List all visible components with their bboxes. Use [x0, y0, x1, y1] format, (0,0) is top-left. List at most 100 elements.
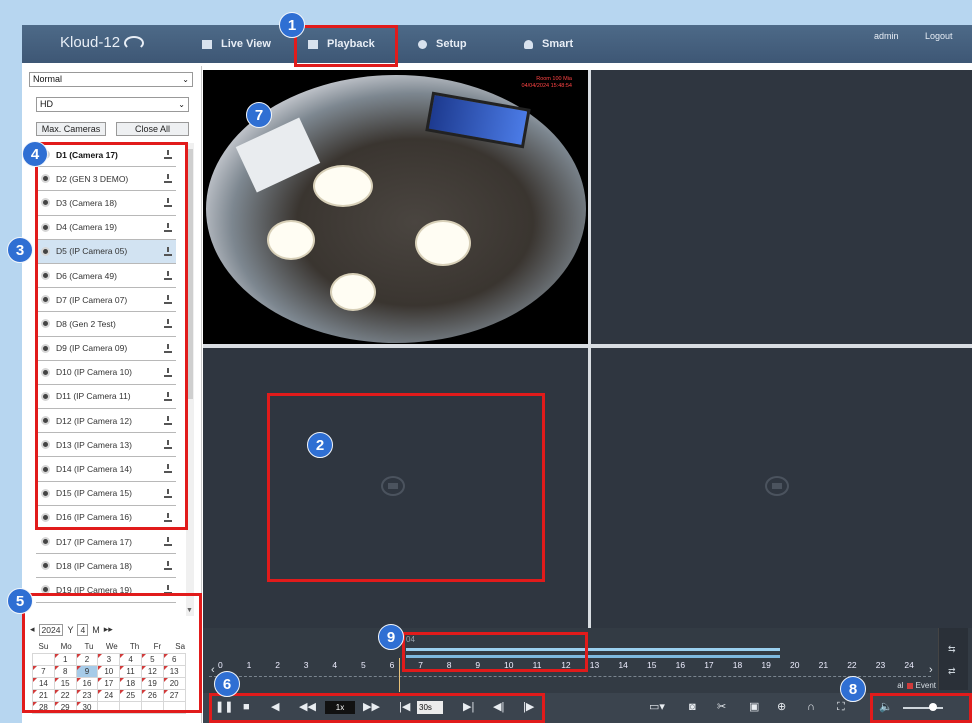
- camera-list-item[interactable]: D2 (GEN 3 DEMO): [36, 167, 176, 192]
- digital-zoom-icon[interactable]: ⊕: [777, 701, 786, 713]
- nav-playback[interactable]: Playback: [308, 38, 375, 50]
- zoom-in-icon[interactable]: ⇆: [948, 644, 956, 655]
- download-icon[interactable]: [164, 198, 172, 208]
- download-icon[interactable]: [164, 537, 172, 546]
- download-icon[interactable]: [164, 319, 172, 329]
- camera-list-item[interactable]: D15 (IP Camera 15): [36, 482, 176, 506]
- camera-list-item[interactable]: D19 (IP Camera 19): [36, 578, 176, 603]
- recording-bar-secondary[interactable]: [406, 655, 780, 658]
- clip-icon[interactable]: ✂: [717, 701, 726, 713]
- close-all-button[interactable]: Close All: [116, 122, 189, 136]
- calendar-week-row: 14 15 16 17 18 19 20: [32, 677, 192, 690]
- download-icon[interactable]: [164, 488, 172, 498]
- layout-select-icon[interactable]: ▭▾: [649, 701, 665, 713]
- month-select[interactable]: 4: [77, 623, 89, 636]
- timeline-cursor[interactable]: [399, 658, 400, 692]
- scrollbar-thumb[interactable]: [187, 149, 193, 399]
- next-frame-icon[interactable]: |▶: [523, 701, 534, 713]
- camera-list-item[interactable]: D17 (IP Camera 17): [36, 530, 176, 555]
- timeline-hour-label: 13: [589, 660, 600, 670]
- timeline-hour-label: 17: [704, 660, 714, 670]
- camera-list-item[interactable]: D14 (IP Camera 14): [36, 457, 176, 482]
- prev-year-icon[interactable]: ◂: [30, 624, 35, 635]
- mode-select[interactable]: Normal ⌄: [29, 72, 193, 87]
- scroll-down-arrow-icon[interactable]: ▼: [186, 607, 193, 614]
- skip-back-icon[interactable]: |◀: [399, 701, 410, 713]
- nav-live-view[interactable]: Live View: [202, 38, 271, 50]
- camera-list-item[interactable]: D4 (Camera 19): [36, 216, 176, 240]
- download-icon[interactable]: [164, 174, 172, 184]
- save-icon[interactable]: ▣: [749, 701, 759, 713]
- audio-icon[interactable]: ∩: [807, 701, 815, 713]
- speaker-icon[interactable]: 🔈: [879, 701, 893, 713]
- next-month-icon[interactable]: ▸▸: [104, 624, 113, 635]
- calendar-day[interactable]: 29: [53, 701, 77, 714]
- zoom-out-icon[interactable]: ⇄: [948, 666, 956, 677]
- video-pane-3[interactable]: [203, 348, 588, 628]
- nav-setup[interactable]: Setup: [418, 38, 467, 50]
- volume-knob[interactable]: [929, 703, 937, 711]
- timeline-next-icon[interactable]: ›: [929, 664, 933, 676]
- download-icon[interactable]: [164, 295, 172, 305]
- download-icon[interactable]: [164, 343, 172, 353]
- camera-list-item[interactable]: D1 (Camera 17): [36, 143, 176, 168]
- stop-icon[interactable]: ■: [243, 701, 250, 713]
- quality-select[interactable]: HD ⌄: [36, 97, 189, 112]
- skip-forward-icon[interactable]: ▶|: [463, 701, 474, 713]
- download-icon[interactable]: [164, 222, 172, 232]
- download-icon[interactable]: [164, 367, 172, 377]
- video-pane-4[interactable]: [591, 348, 972, 628]
- mode-select-value: Normal: [33, 74, 63, 84]
- volume-slider[interactable]: [903, 707, 943, 709]
- timeline-ruler: [209, 676, 931, 680]
- camera-list-item[interactable]: D8 (Gen 2 Test): [36, 312, 176, 337]
- reverse-play-icon[interactable]: ◀: [271, 701, 279, 713]
- camera-list-item[interactable]: D13 (IP Camera 13): [36, 433, 176, 458]
- camera-list-item[interactable]: D9 (IP Camera 09): [36, 337, 176, 361]
- download-icon[interactable]: [164, 246, 172, 256]
- pause-icon[interactable]: ❚❚: [215, 701, 233, 713]
- calendar-day: [119, 701, 142, 714]
- max-cameras-button[interactable]: Max. Cameras: [36, 122, 106, 136]
- calendar-day[interactable]: 28: [32, 701, 55, 714]
- prev-frame-icon[interactable]: ◀|: [493, 701, 504, 713]
- slow-down-icon[interactable]: ◀◀: [299, 701, 316, 713]
- camera-list-item[interactable]: D12 (IP Camera 12): [36, 409, 176, 434]
- weekday-label: Tu: [84, 642, 94, 651]
- camera-list-item[interactable]: D3 (Camera 18): [36, 191, 176, 216]
- download-icon[interactable]: [164, 440, 172, 450]
- nav-smart[interactable]: Smart: [524, 38, 573, 50]
- camera-list-item[interactable]: D11 (IP Camera 11): [36, 385, 176, 410]
- logout-link[interactable]: Logout: [925, 31, 953, 41]
- camera-list-scrollbar[interactable]: [186, 143, 194, 616]
- year-select[interactable]: 2024: [38, 623, 64, 636]
- snapshot-icon[interactable]: ◙: [689, 701, 696, 713]
- user-name[interactable]: admin: [874, 31, 899, 41]
- camera-list: D1 (Camera 17) D2 (GEN 3 DEMO) D3 (Camera …: [36, 143, 176, 603]
- download-icon[interactable]: [164, 585, 172, 595]
- download-icon[interactable]: [164, 512, 172, 522]
- camera-list-item[interactable]: D16 (IP Camera 16): [36, 506, 176, 530]
- download-icon[interactable]: [164, 416, 172, 426]
- recording-bar[interactable]: [406, 648, 780, 651]
- camera-list-item[interactable]: D18 (IP Camera 18): [36, 554, 176, 579]
- timeline-prev-icon[interactable]: ‹: [211, 664, 215, 676]
- download-icon[interactable]: [164, 150, 172, 159]
- download-icon[interactable]: [164, 561, 172, 571]
- camera-list-item[interactable]: D6 (Camera 49): [36, 264, 176, 289]
- camera-list-item[interactable]: D7 (IP Camera 07): [36, 288, 176, 313]
- logo-text: Kloud-12: [60, 34, 121, 51]
- step-interval-select[interactable]: 30s: [417, 701, 443, 714]
- speed-up-icon[interactable]: ▶▶: [363, 701, 380, 713]
- fullscreen-icon[interactable]: ⛶: [837, 701, 845, 713]
- camera-icon: [41, 416, 50, 426]
- calendar-day[interactable]: 30: [75, 701, 99, 714]
- download-icon[interactable]: [164, 464, 172, 474]
- download-icon[interactable]: [164, 391, 172, 401]
- camera-list-item[interactable]: D5 (IP Camera 05): [36, 239, 176, 264]
- table-1: [313, 165, 373, 207]
- camera-list-item[interactable]: D10 (IP Camera 10): [36, 361, 176, 385]
- weekday-label: Fr: [153, 642, 162, 651]
- video-pane-2[interactable]: [591, 70, 972, 344]
- download-icon[interactable]: [164, 270, 172, 280]
